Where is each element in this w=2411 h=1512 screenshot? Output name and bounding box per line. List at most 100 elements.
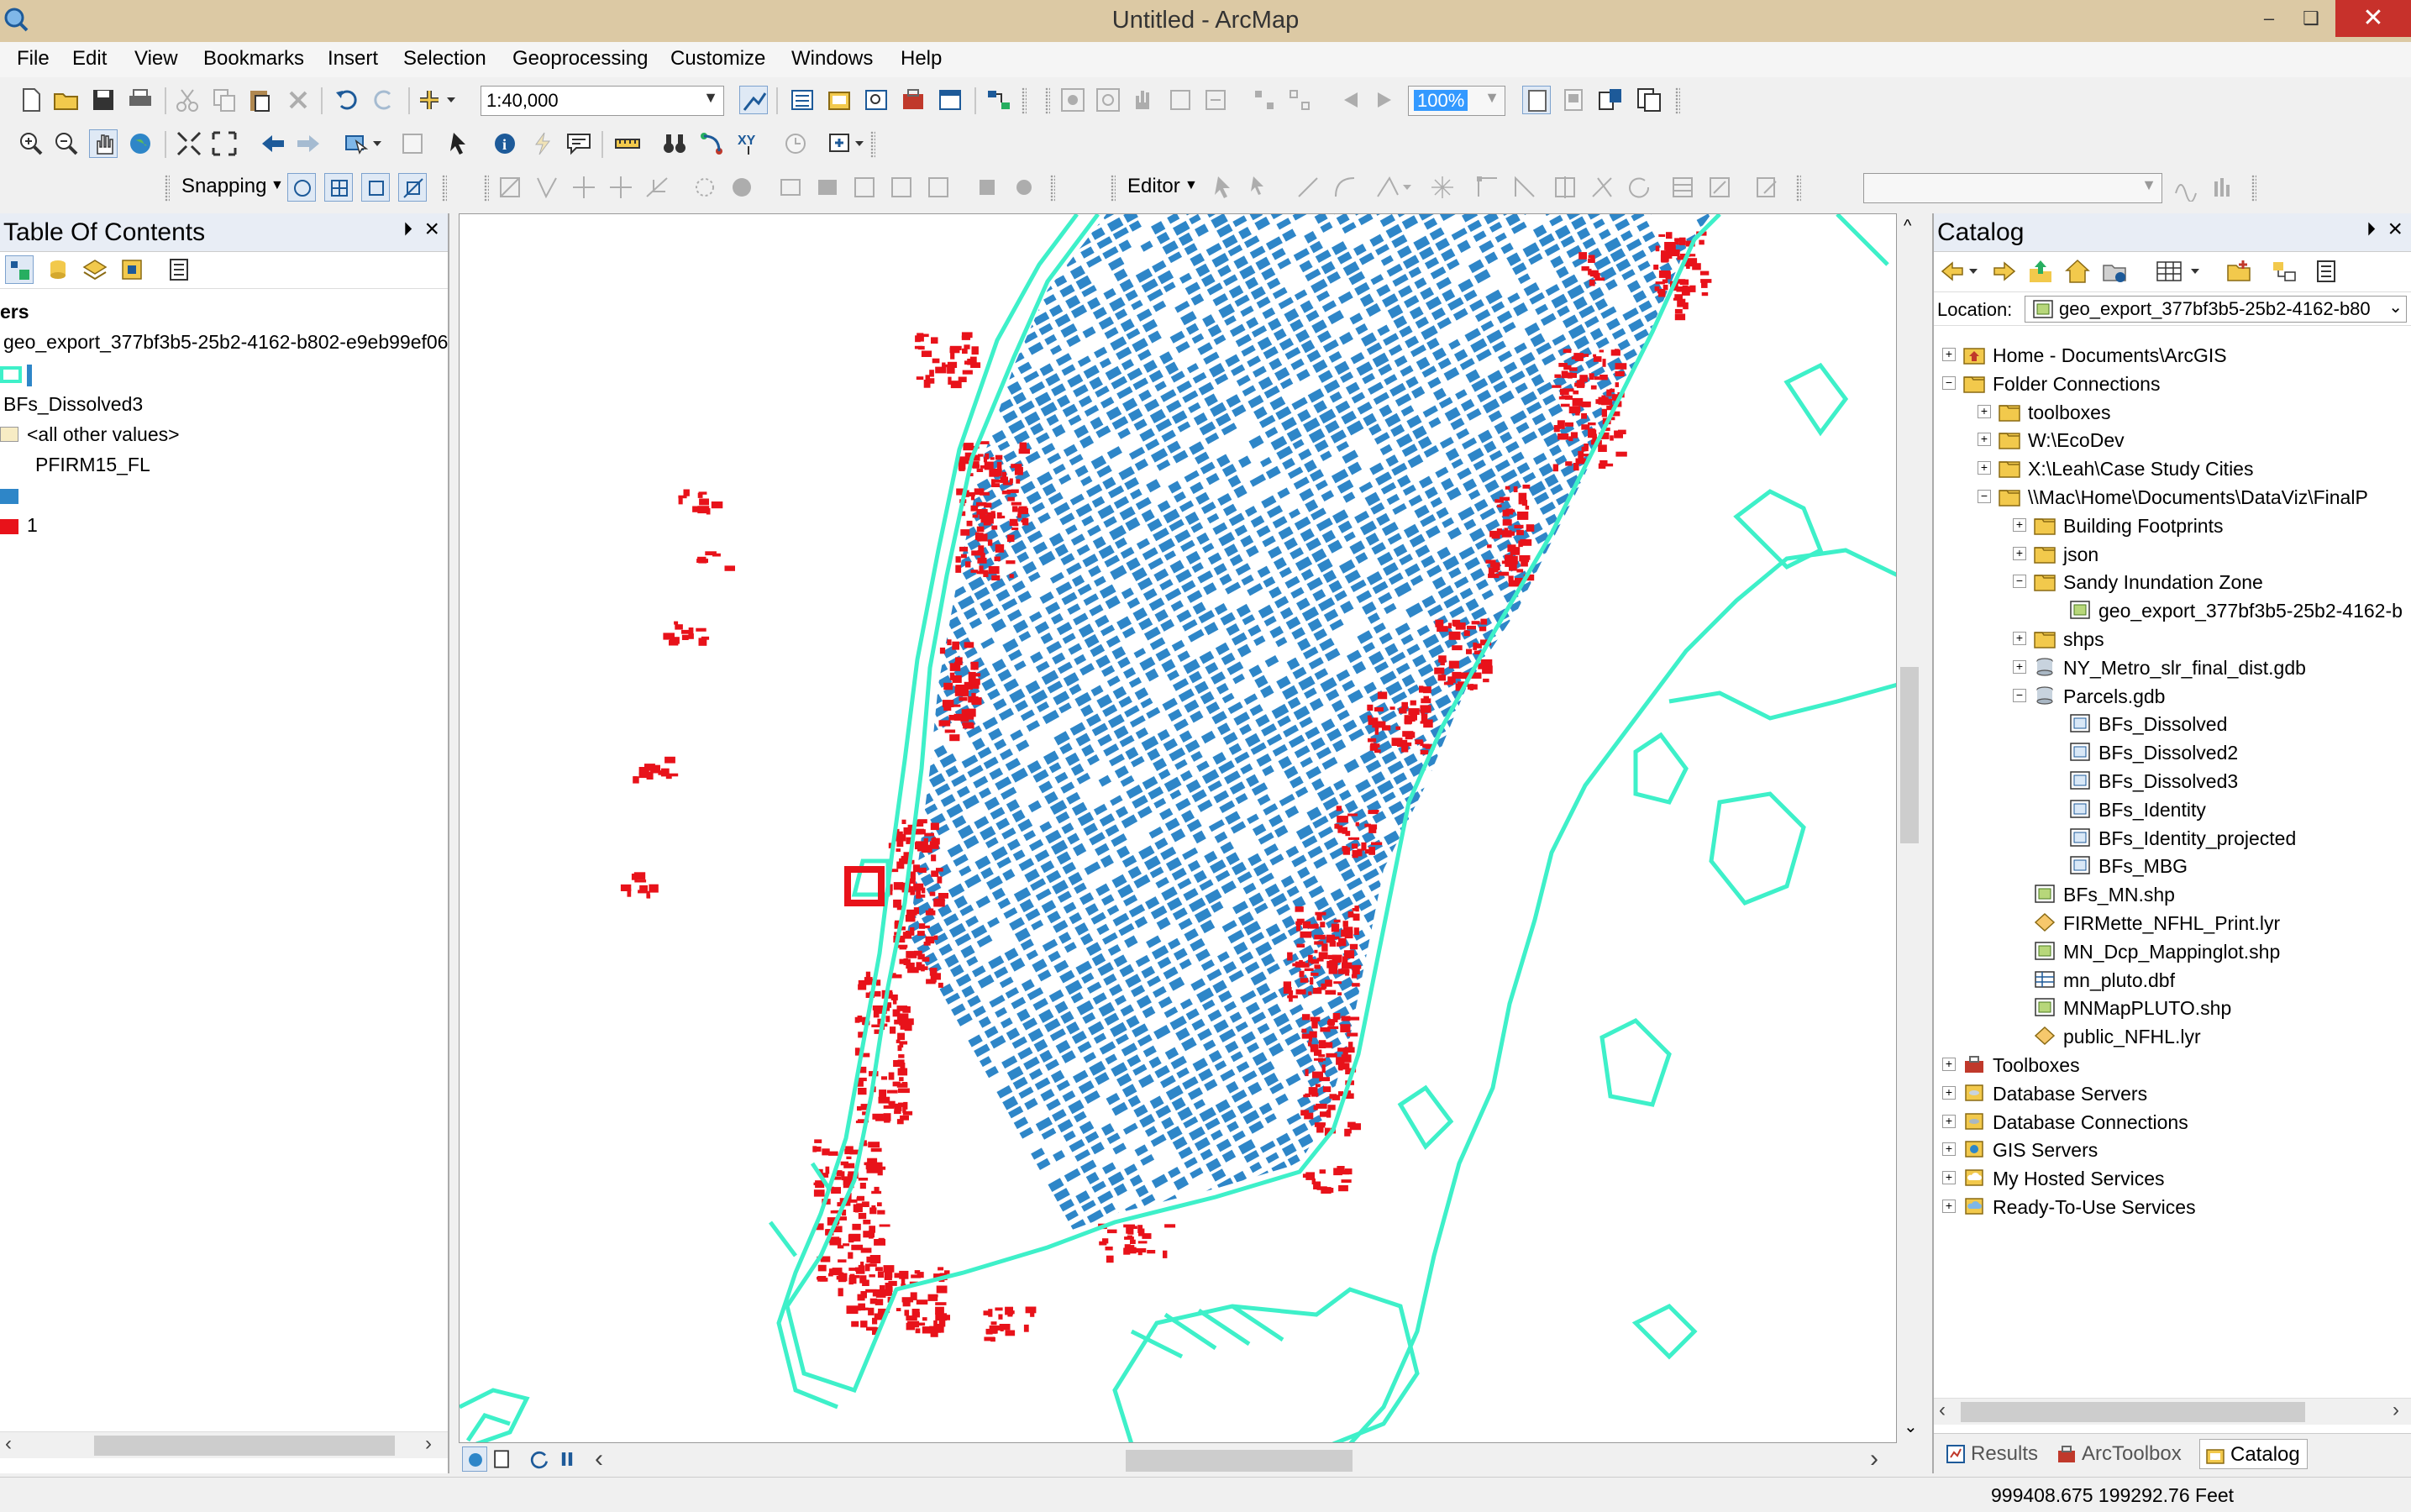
edit-vertices-icon[interactable] <box>1473 173 1502 202</box>
sketch-properties-icon[interactable] <box>1705 173 1734 202</box>
snapping-menu[interactable]: Snapping <box>181 175 266 198</box>
georef-tool-2-icon[interactable] <box>533 173 561 202</box>
fixed-zoom-out-arrows-icon[interactable] <box>210 129 239 158</box>
list-by-drawing-order-icon[interactable] <box>5 255 34 284</box>
toc-horizontal-scrollbar[interactable]: ‹ › <box>0 1431 448 1458</box>
create-features-icon[interactable] <box>1752 173 1781 202</box>
edit-tool-icon[interactable] <box>1210 173 1238 202</box>
restore-button[interactable]: ❑ <box>2290 0 2332 37</box>
construction-tools-icon[interactable] <box>1373 173 1415 202</box>
cut-polygons-icon[interactable] <box>1551 173 1579 202</box>
editor-menu[interactable]: Editor <box>1127 175 1180 198</box>
back-extent-icon[interactable] <box>259 129 287 158</box>
focus-data-frame-icon[interactable] <box>1559 86 1588 114</box>
map-canvas[interactable] <box>459 213 1897 1443</box>
add-data-icon[interactable] <box>417 86 459 114</box>
next-extent-layout-icon[interactable] <box>1371 86 1400 114</box>
georef-tool-4-icon[interactable] <box>607 173 635 202</box>
fixed-zoom-in-arrows-icon[interactable] <box>175 129 203 158</box>
layout-zoom-select[interactable]: 100% ▼ <box>1408 86 1505 116</box>
copy-icon[interactable] <box>210 86 239 114</box>
reshape-feature-icon[interactable] <box>1510 173 1539 202</box>
menu-edit[interactable]: Edit <box>72 47 107 71</box>
clear-selection-icon[interactable] <box>398 129 427 158</box>
close-icon[interactable]: × <box>424 215 439 244</box>
fixed-zoom-out-icon[interactable] <box>1094 86 1122 114</box>
georef-tool-12-icon[interactable] <box>924 173 953 202</box>
georef-tool-10-icon[interactable] <box>850 173 879 202</box>
arctoolbox-icon[interactable] <box>899 86 927 114</box>
hyperlink-icon[interactable] <box>528 129 556 158</box>
list-by-visibility-icon[interactable] <box>81 255 109 284</box>
menu-geoprocessing[interactable]: Geoprocessing <box>512 47 648 71</box>
forward-extent-icon[interactable] <box>294 129 323 158</box>
vertex-snapping-icon[interactable] <box>361 173 390 202</box>
fixed-zoom-out-layout-icon[interactable] <box>1285 86 1314 114</box>
map-drawing[interactable] <box>460 214 1897 1443</box>
layer-dropdown[interactable]: ▼ <box>1863 173 2162 203</box>
georef-tool-11-icon[interactable] <box>887 173 916 202</box>
layer-bfs-dissolved3[interactable]: BFs_Dissolved3 <box>3 393 143 416</box>
end-snapping-icon[interactable] <box>324 173 353 202</box>
georef-tool-1-icon[interactable] <box>496 173 524 202</box>
georef-tool-9-icon[interactable] <box>813 173 842 202</box>
data-driven-pages-icon[interactable] <box>1635 86 1663 114</box>
georef-tool-5-icon[interactable] <box>643 173 672 202</box>
attributes-icon[interactable] <box>1668 173 1697 202</box>
search-window-icon[interactable] <box>862 86 890 114</box>
python-window-icon[interactable] <box>936 86 964 114</box>
zoom-in-icon[interactable] <box>17 129 45 158</box>
redo-icon[interactable] <box>370 86 398 114</box>
change-layout-icon[interactable] <box>1596 86 1625 114</box>
editor-toolbar-toggle-icon[interactable] <box>739 86 768 114</box>
map-scale-select[interactable]: 1:40,000 ▼ <box>481 86 724 116</box>
delete-icon[interactable] <box>284 86 313 114</box>
select-features-icon[interactable] <box>343 129 385 158</box>
chevron-down-icon[interactable]: ▼ <box>1184 178 1198 193</box>
menu-help[interactable]: Help <box>901 47 942 71</box>
zoom-100-icon[interactable] <box>1201 86 1230 114</box>
georef-tool-8-icon[interactable] <box>776 173 805 202</box>
pan-layout-icon[interactable] <box>1129 86 1158 114</box>
time-slider-icon[interactable] <box>781 129 810 158</box>
edit-annotation-icon[interactable] <box>1247 173 1275 202</box>
scroll-right-icon[interactable]: › <box>425 1432 432 1456</box>
spatial-adjust-icon[interactable] <box>2172 173 2201 202</box>
menu-view[interactable]: View <box>134 47 178 71</box>
split-tool-icon[interactable] <box>1588 173 1616 202</box>
fixed-zoom-in-icon[interactable] <box>1058 86 1087 114</box>
print-icon[interactable] <box>126 86 155 114</box>
rotate-tool-icon[interactable] <box>1625 173 1653 202</box>
menu-customize[interactable]: Customize <box>670 47 765 71</box>
paste-icon[interactable] <box>245 86 274 114</box>
georef-tool-6-icon[interactable] <box>691 173 719 202</box>
save-icon[interactable] <box>89 86 118 114</box>
histogram-icon[interactable] <box>2209 173 2238 202</box>
georef-tool-13-icon[interactable] <box>973 173 1001 202</box>
georef-tool-7-icon[interactable] <box>728 173 756 202</box>
chevron-down-icon[interactable]: ▼ <box>271 178 284 193</box>
menu-insert[interactable]: Insert <box>328 47 378 71</box>
list-by-source-icon[interactable] <box>44 255 72 284</box>
point-snapping-icon[interactable] <box>287 173 316 202</box>
minimize-button[interactable]: – <box>2248 0 2290 37</box>
georef-tool-14-icon[interactable] <box>1010 173 1038 202</box>
list-by-selection-icon[interactable] <box>118 255 146 284</box>
create-viewer-icon[interactable] <box>827 129 869 158</box>
previous-extent-layout-icon[interactable] <box>1336 86 1364 114</box>
find-binoculars-icon[interactable] <box>660 129 689 158</box>
select-elements-arrow-icon[interactable] <box>445 129 474 158</box>
undo-icon[interactable] <box>333 86 361 114</box>
go-to-xy-icon[interactable]: XY <box>734 129 763 158</box>
measure-icon[interactable] <box>613 129 642 158</box>
pan-hand-icon[interactable] <box>89 129 118 158</box>
cut-icon[interactable] <box>173 86 202 114</box>
scroll-left-icon[interactable]: ‹ <box>5 1432 12 1456</box>
menu-windows[interactable]: Windows <box>791 47 873 71</box>
menu-bookmarks[interactable]: Bookmarks <box>203 47 304 71</box>
model-builder-icon[interactable] <box>985 86 1013 114</box>
table-of-contents-icon[interactable] <box>788 86 817 114</box>
catalog-window-icon[interactable] <box>825 86 854 114</box>
edge-snapping-icon[interactable] <box>398 173 427 202</box>
zoom-out-icon[interactable] <box>52 129 81 158</box>
